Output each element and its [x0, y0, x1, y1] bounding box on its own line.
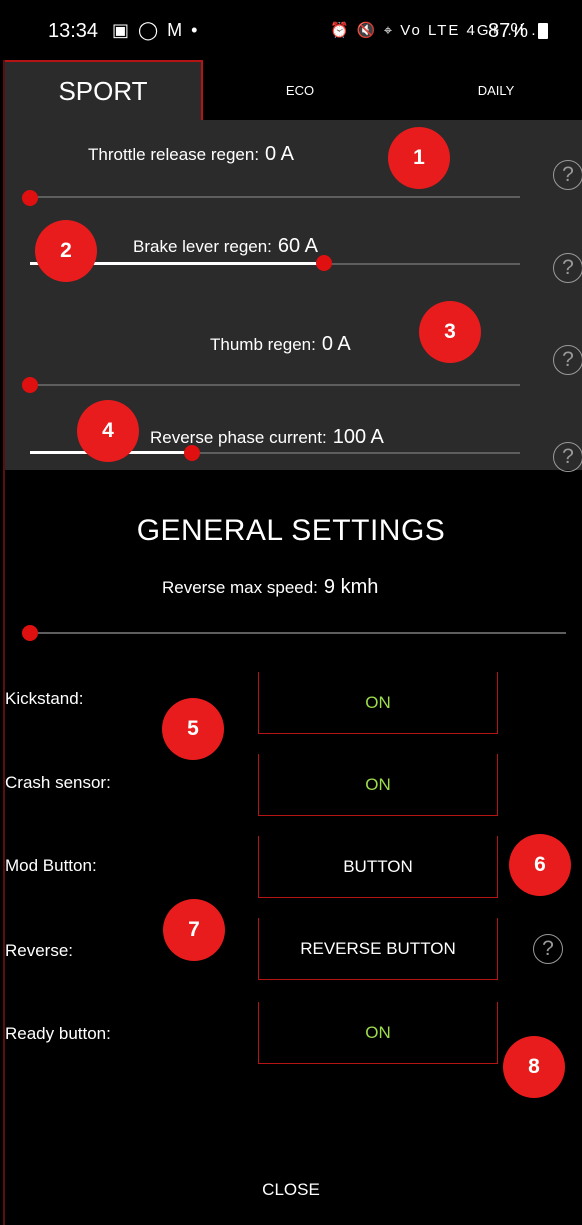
notification-icons: ▣ ◯ M • [112, 20, 200, 40]
reverse-max-speed-text: Reverse max speed: [162, 578, 318, 597]
thumb-regen-label: Thumb regen: 0 A [210, 333, 351, 356]
reverse-phase-current-label: Reverse phase current: 100 A [150, 426, 384, 449]
throttle-release-regen-thumb[interactable] [22, 190, 38, 206]
annotation-badge-6: 6 [509, 834, 571, 896]
help-icon[interactable]: ? [533, 934, 563, 964]
battery-icon [538, 23, 548, 39]
kickstand-label: Kickstand: [5, 689, 84, 708]
annotation-badge-1: 1 [388, 127, 450, 189]
tab-daily[interactable]: DAILY [451, 60, 541, 120]
annotation-badge-4: 4 [77, 400, 139, 462]
brake-lever-regen-thumb[interactable] [316, 255, 332, 271]
reverse-max-speed-thumb[interactable] [22, 625, 38, 641]
status-time: 13:34 [48, 20, 99, 42]
thumb-regen-thumb[interactable] [22, 377, 38, 393]
mode-tabs: SPORT ECO DAILY [5, 60, 582, 120]
tab-eco[interactable]: ECO [255, 60, 345, 120]
brake-lever-regen-label: Brake lever regen: 60 A [133, 235, 318, 258]
reverse-label: Reverse: [5, 941, 74, 960]
help-icon[interactable]: ? [553, 253, 582, 283]
tab-sport[interactable]: SPORT [5, 60, 203, 120]
crash-sensor-label: Crash sensor: [5, 773, 111, 792]
mod-button-label: Mod Button: [5, 856, 97, 875]
annotation-badge-7: 7 [163, 899, 225, 961]
reverse-max-speed-slider[interactable] [30, 632, 566, 634]
annotation-badge-8: 8 [503, 1036, 565, 1098]
brake-lever-regen-value: 60 A [277, 235, 318, 257]
reverse-max-speed-value: 9 kmh [323, 576, 379, 598]
help-icon[interactable]: ? [553, 442, 582, 472]
annotation-badge-5: 5 [162, 698, 224, 760]
throttle-release-regen-value: 0 A [265, 143, 294, 165]
reverse-phase-current-value: 100 A [332, 426, 384, 448]
kickstand-button[interactable]: ON [258, 672, 498, 734]
annotation-badge-3: 3 [419, 301, 481, 363]
crash-sensor-button[interactable]: ON [258, 754, 498, 816]
brake-lever-regen-text: Brake lever regen: [133, 237, 272, 256]
reverse-phase-current-thumb[interactable] [183, 445, 200, 461]
status-bar: 13:34 ▣ ◯ M • ⏰ 🔇 ⌖ Vo LTE 4G+ .ıl .ıl 8… [0, 0, 582, 60]
annotation-badge-2: 2 [35, 220, 97, 282]
battery-percent: 87% [488, 20, 529, 42]
help-icon[interactable]: ? [553, 160, 582, 190]
thumb-regen-slider[interactable] [30, 384, 520, 386]
ready-button-toggle[interactable]: ON [258, 1002, 498, 1064]
throttle-release-regen-slider[interactable] [30, 196, 520, 198]
thumb-regen-value: 0 A [321, 333, 351, 355]
close-button[interactable]: CLOSE [0, 1180, 582, 1200]
reverse-phase-current-text: Reverse phase current: [150, 428, 327, 447]
ready-button-label: Ready button: [5, 1024, 111, 1043]
throttle-release-regen-label: Throttle release regen: 0 A [88, 143, 294, 166]
general-settings-title: GENERAL SETTINGS [136, 514, 446, 547]
reverse-max-speed-label: Reverse max speed: 9 kmh [162, 576, 378, 599]
help-icon[interactable]: ? [553, 345, 582, 375]
mod-button-selector[interactable]: BUTTON [258, 836, 498, 898]
reverse-selector[interactable]: REVERSE BUTTON [258, 918, 498, 980]
thumb-regen-text: Thumb regen: [210, 335, 316, 354]
throttle-release-regen-text: Throttle release regen: [88, 145, 260, 164]
